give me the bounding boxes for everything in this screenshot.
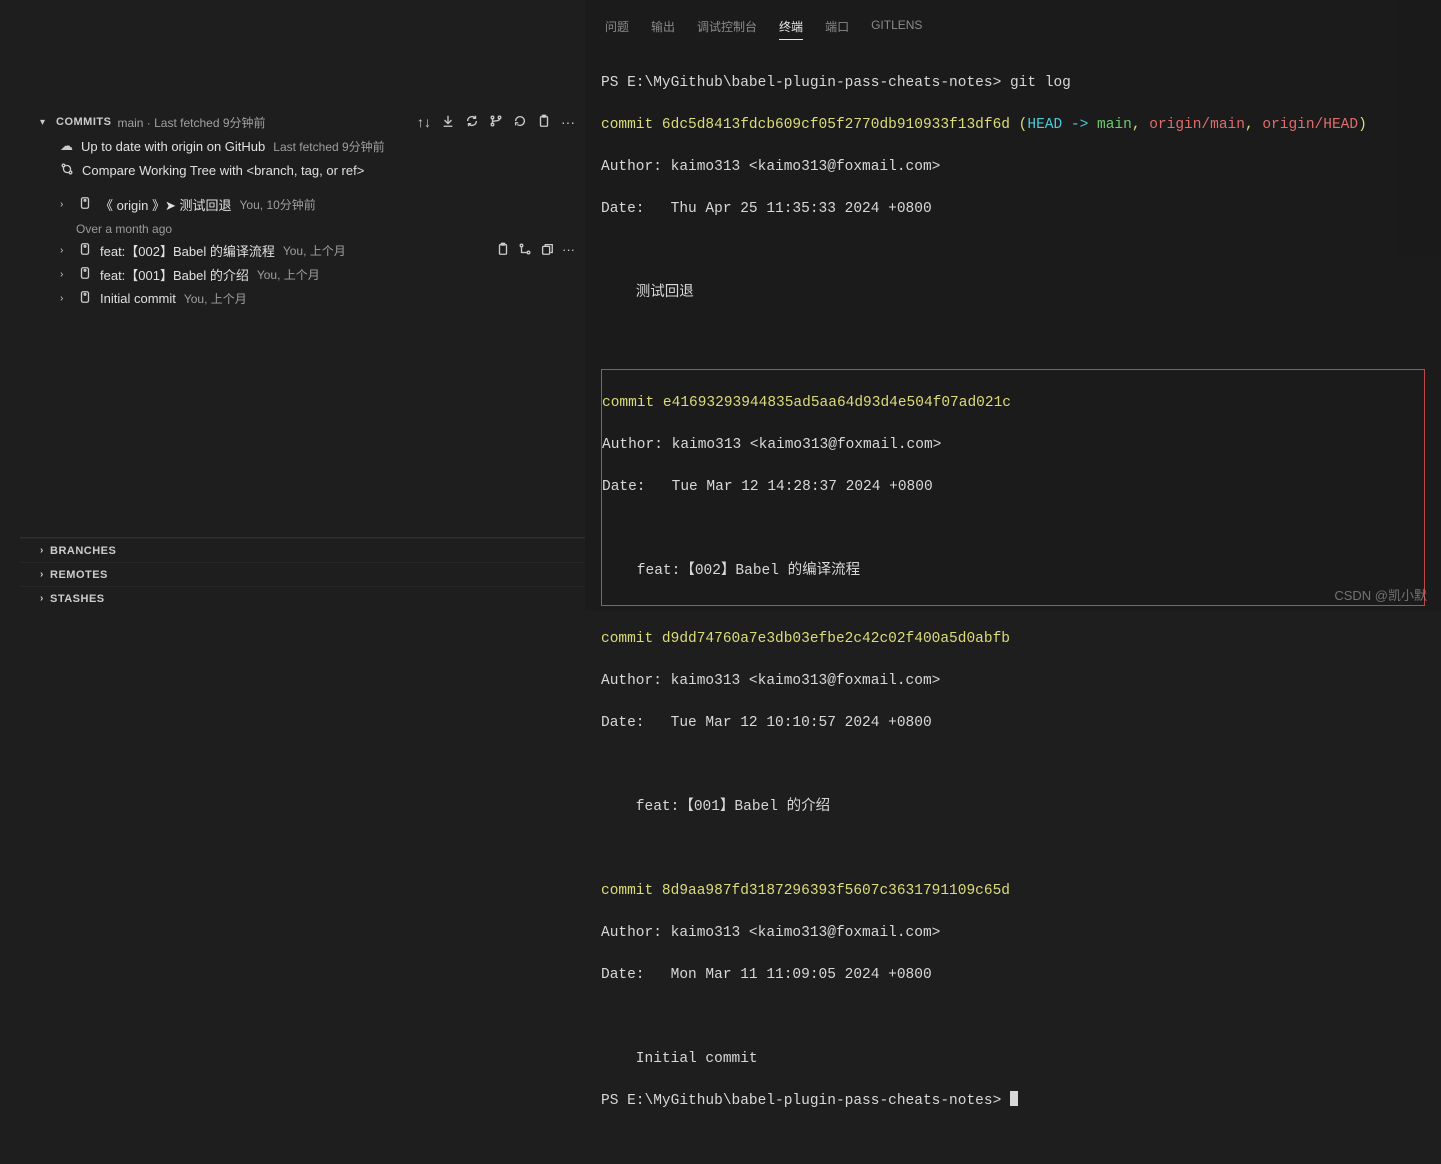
gap xyxy=(20,182,585,192)
term-blank xyxy=(601,325,1425,346)
clipboard-icon[interactable] xyxy=(537,114,551,131)
stashes-section[interactable]: › STASHES xyxy=(20,586,585,610)
term-blank xyxy=(601,839,1425,860)
remotes-section[interactable]: › REMOTES xyxy=(20,562,585,586)
branches-label: BRANCHES xyxy=(50,545,116,557)
chevron-right-icon: › xyxy=(60,245,70,256)
chevron-right-icon: › xyxy=(60,293,70,304)
commits-subtitle: main · Last fetched 9分钟前 xyxy=(117,114,265,131)
compare-row[interactable]: Compare Working Tree with <branch, tag, … xyxy=(20,158,585,182)
tab-problems[interactable]: 问题 xyxy=(605,18,629,40)
commit-hash: commit 8d9aa987fd3187296393f5607c3631791… xyxy=(601,881,1425,902)
commit-hash: commit d9dd74760a7e3db03efbe2c42c02f400a… xyxy=(601,629,1425,650)
commit-hash: commit 6dc5d8413fdcb609cf05f2770db910933… xyxy=(601,117,1010,133)
clipboard-icon[interactable] xyxy=(496,242,510,259)
commit-label: Initial commit xyxy=(100,291,176,306)
branch-icon[interactable] xyxy=(489,114,503,131)
origin-meta: You, 10分钟前 xyxy=(240,196,316,213)
term-blank xyxy=(601,1007,1425,1028)
term-blank xyxy=(602,519,1424,540)
chevron-right-icon: › xyxy=(40,569,50,580)
term-line: Date: Tue Mar 12 14:28:37 2024 +0800 xyxy=(602,477,1424,498)
commit-label: feat:【002】Babel 的编译流程 xyxy=(100,241,275,260)
chevron-right-icon: › xyxy=(40,593,50,604)
commit-row[interactable]: › feat:【001】Babel 的介绍 You, 上个月 xyxy=(20,262,585,286)
refresh-icon[interactable] xyxy=(513,114,527,131)
commits-section-header[interactable]: ▾ COMMITS main · Last fetched 9分钟前 ↑↓ ··… xyxy=(20,110,585,134)
term-line: feat:【001】Babel 的介绍 xyxy=(601,797,1425,818)
uptodate-meta: Last fetched 9分钟前 xyxy=(273,138,384,155)
tab-ports[interactable]: 端口 xyxy=(825,18,849,40)
branches-section[interactable]: › BRANCHES xyxy=(20,538,585,562)
commit-hash: commit e41693293944835ad5aa64d93d4e504f0… xyxy=(602,393,1424,414)
tab-terminal[interactable]: 终端 xyxy=(779,18,803,40)
more-icon[interactable]: ··· xyxy=(562,242,575,259)
uptodate-row[interactable]: ☁ Up to date with origin on GitHub Last … xyxy=(20,134,585,158)
term-line: Author: kaimo313 <kaimo313@foxmail.com> xyxy=(601,923,1425,944)
compare-icon xyxy=(60,162,74,179)
chevron-right-icon: › xyxy=(40,545,50,556)
chevron-right-icon: › xyxy=(60,199,70,210)
origin-row[interactable]: › 《 origin 》➤ 测试回退 You, 10分钟前 xyxy=(20,192,585,216)
commit-meta: You, 上个月 xyxy=(283,242,346,259)
activity-bar xyxy=(0,0,20,610)
uptodate-text: Up to date with origin on GitHub xyxy=(81,139,265,154)
tab-debug[interactable]: 调试控制台 xyxy=(697,18,757,40)
term-line: PS E:\MyGithub\babel-plugin-pass-cheats-… xyxy=(601,1091,1425,1112)
branch-pill-icon xyxy=(78,196,92,213)
term-blank xyxy=(601,241,1425,262)
watermark: CSDN @凯小默 xyxy=(1334,585,1427,604)
up-down-icon[interactable]: ↑↓ xyxy=(417,114,431,131)
term-line: 测试回退 xyxy=(601,283,1425,304)
commit-meta: You, 上个月 xyxy=(184,290,247,307)
term-line: feat:【002】Babel 的编译流程 xyxy=(602,561,1424,582)
commit-icon xyxy=(78,290,92,307)
term-line: Initial commit xyxy=(601,1049,1425,1070)
term-line: Date: Mon Mar 11 11:09:05 2024 +0800 xyxy=(601,965,1425,986)
sidebar-spacer xyxy=(20,0,585,110)
remotes-label: REMOTES xyxy=(50,569,108,581)
term-blank xyxy=(601,755,1425,776)
pull-icon[interactable] xyxy=(441,114,455,131)
fetch-icon[interactable] xyxy=(465,114,479,131)
stashes-label: STASHES xyxy=(50,593,105,605)
cursor-icon xyxy=(1010,1091,1018,1106)
bottom-sections: › BRANCHES › REMOTES › STASHES xyxy=(20,537,585,610)
group-label: Over a month ago xyxy=(20,216,585,238)
more-icon[interactable]: ··· xyxy=(561,114,575,131)
panel-tabs: 问题 输出 调试控制台 终端 端口 GITLENS xyxy=(585,0,1441,48)
commits-section-actions: ↑↓ ··· xyxy=(417,114,575,131)
tab-output[interactable]: 输出 xyxy=(651,18,675,40)
term-line: PS E:\MyGithub\babel-plugin-pass-cheats-… xyxy=(601,73,1425,94)
copy-icon[interactable] xyxy=(540,242,554,259)
term-line: Author: kaimo313 <kaimo313@foxmail.com> xyxy=(601,671,1425,692)
commit-icon xyxy=(78,242,92,259)
compare-text: Compare Working Tree with <branch, tag, … xyxy=(82,163,364,178)
highlighted-commit: commit e41693293944835ad5aa64d93d4e504f0… xyxy=(601,369,1425,606)
commits-title: COMMITS xyxy=(56,116,111,128)
term-line: Date: Tue Mar 12 10:10:57 2024 +0800 xyxy=(601,713,1425,734)
gitlens-sidebar: ▾ COMMITS main · Last fetched 9分钟前 ↑↓ ··… xyxy=(20,0,585,610)
tab-gitlens[interactable]: GITLENS xyxy=(871,18,922,40)
term-line: Date: Thu Apr 25 11:35:33 2024 +0800 xyxy=(601,199,1425,220)
commit-row[interactable]: › feat:【002】Babel 的编译流程 You, 上个月 ··· xyxy=(20,238,585,262)
chevron-right-icon: › xyxy=(60,269,70,280)
terminal-panel: 问题 输出 调试控制台 终端 端口 GITLENS PS E:\MyGithub… xyxy=(585,0,1441,610)
origin-text: 《 origin 》➤ 测试回退 xyxy=(100,195,232,214)
commit-icon xyxy=(78,266,92,283)
cloud-icon: ☁ xyxy=(60,138,73,154)
chevron-down-icon: ▾ xyxy=(40,117,50,128)
term-line: Author: kaimo313 <kaimo313@foxmail.com> xyxy=(602,435,1424,456)
commit-row[interactable]: › Initial commit You, 上个月 xyxy=(20,286,585,310)
commit-label: feat:【001】Babel 的介绍 xyxy=(100,265,249,284)
terminal-output[interactable]: PS E:\MyGithub\babel-plugin-pass-cheats-… xyxy=(585,48,1441,1164)
term-line: Author: kaimo313 <kaimo313@foxmail.com> xyxy=(601,157,1425,178)
commit-row-actions: ··· xyxy=(496,242,575,259)
commit-meta: You, 上个月 xyxy=(257,266,320,283)
compare-icon-action[interactable] xyxy=(518,242,532,259)
term-line: commit 6dc5d8413fdcb609cf05f2770db910933… xyxy=(601,115,1425,136)
